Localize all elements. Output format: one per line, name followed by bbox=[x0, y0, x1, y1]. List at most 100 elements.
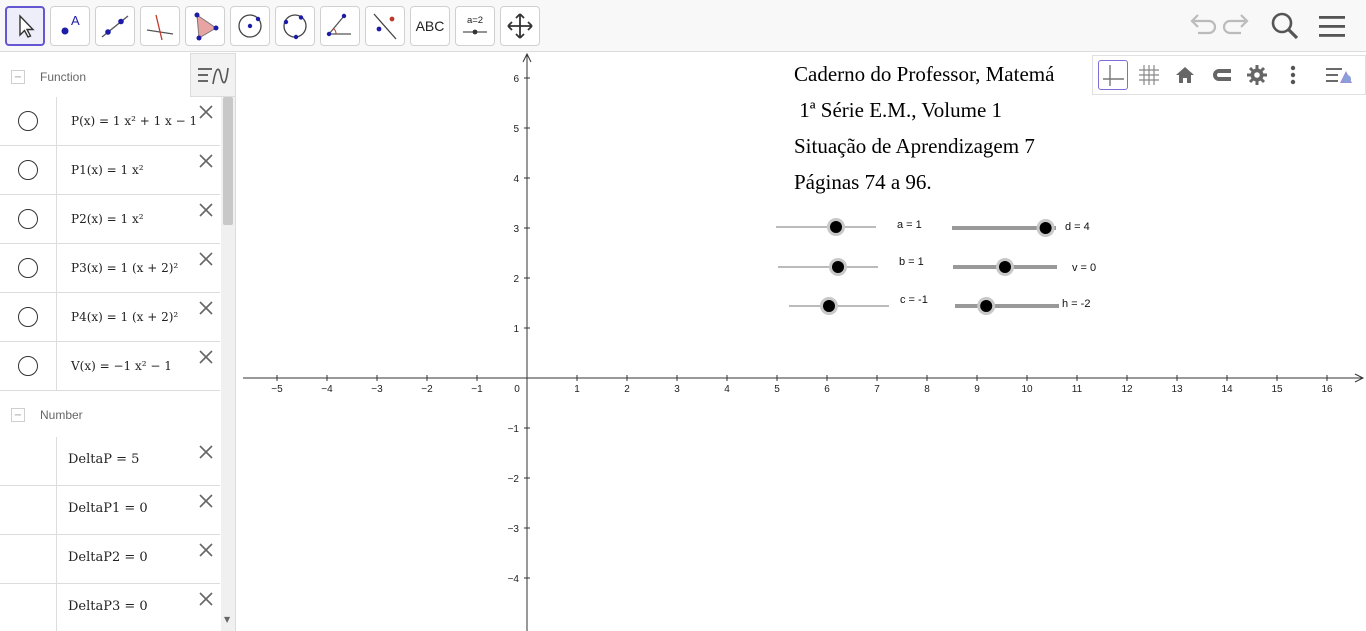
more-options-button[interactable] bbox=[1278, 60, 1308, 90]
function-expression[interactable]: P4(x) = 1 (x + 2)² bbox=[71, 310, 178, 324]
visibility-toggle[interactable] bbox=[18, 307, 38, 327]
function-expression[interactable]: P2(x) = 1 x² bbox=[71, 212, 144, 226]
perpendicular-tool-button[interactable] bbox=[140, 6, 180, 46]
algebra-item-P3[interactable]: P3(x) = 1 (x + 2)² bbox=[0, 244, 220, 293]
search-button[interactable] bbox=[1269, 10, 1301, 42]
algebra-item-V[interactable]: V(x) = −1 x² − 1 bbox=[0, 342, 220, 391]
delete-icon[interactable] bbox=[197, 103, 215, 121]
slider-handle[interactable] bbox=[980, 300, 993, 312]
function-expression[interactable]: P1(x) = 1 x² bbox=[71, 163, 144, 177]
graphics-canvas[interactable]: −5 −4 −3 −2 −1 0 1 2 3 4 5 6 7 8 9 10 11 12 13 14 15 16 65432… bbox=[237, 53, 1366, 631]
y-tick-label: 6 bbox=[513, 74, 519, 85]
y-tick-label: 2 bbox=[513, 274, 519, 285]
x-tick-label: 14 bbox=[1221, 384, 1233, 395]
circle-three-points-tool-button[interactable] bbox=[275, 6, 315, 46]
polygon-icon bbox=[194, 12, 219, 41]
algebra-style-bar-button[interactable] bbox=[190, 53, 236, 97]
menu-button[interactable] bbox=[1316, 10, 1348, 42]
collapse-icon[interactable]: − bbox=[11, 408, 25, 422]
graphics-view[interactable]: −5 −4 −3 −2 −1 0 1 2 3 4 5 6 7 8 9 10 11 12 13 14 15 16 65432… bbox=[237, 53, 1366, 631]
delete-icon[interactable] bbox=[197, 152, 215, 170]
slider-c[interactable]: c = -1 bbox=[789, 294, 928, 315]
slider-handle[interactable] bbox=[823, 300, 835, 312]
undo-button[interactable] bbox=[1185, 10, 1217, 42]
visibility-toggle[interactable] bbox=[18, 258, 38, 278]
visibility-toggle[interactable] bbox=[18, 209, 38, 229]
redo-icon bbox=[1222, 14, 1249, 35]
angle-tool-button[interactable] bbox=[320, 6, 360, 46]
algebra-item-DeltaP2[interactable]: DeltaP2 = 0 bbox=[0, 535, 220, 584]
title-line-1[interactable]: Caderno do Professor, Matemá bbox=[794, 62, 1055, 86]
algebra-item-P[interactable]: P(x) = 1 x² + 1 x − 1 bbox=[0, 97, 220, 146]
delete-icon[interactable] bbox=[197, 492, 215, 510]
x-tick-label: −5 bbox=[271, 384, 283, 395]
algebra-item-DeltaP1[interactable]: DeltaP1 = 0 bbox=[0, 486, 220, 535]
delete-icon[interactable] bbox=[197, 250, 215, 268]
collapse-icon[interactable]: − bbox=[11, 70, 25, 84]
visibility-toggle[interactable] bbox=[18, 356, 38, 376]
toggle-style-bar-button[interactable] bbox=[1324, 60, 1354, 90]
visibility-toggle[interactable] bbox=[18, 111, 38, 131]
visibility-toggle[interactable] bbox=[18, 160, 38, 180]
algebra-item-DeltaP3[interactable]: DeltaP3 = 0 bbox=[0, 584, 220, 631]
slider-a[interactable]: a = 1 bbox=[776, 218, 922, 236]
graphics-settings-button[interactable] bbox=[1242, 60, 1272, 90]
number-expression[interactable]: DeltaP = 5 bbox=[68, 452, 139, 467]
title-line-2[interactable]: 1ª Série E.M., Volume 1 bbox=[794, 98, 1002, 122]
slider-h[interactable]: h = -2 bbox=[955, 297, 1090, 315]
polygon-tool-button[interactable] bbox=[185, 6, 225, 46]
reflect-tool-button[interactable] bbox=[365, 6, 405, 46]
number-expression[interactable]: DeltaP3 = 0 bbox=[68, 599, 148, 614]
slider-v[interactable]: v = 0 bbox=[953, 258, 1096, 276]
algebra-item-P2[interactable]: P2(x) = 1 x² bbox=[0, 195, 220, 244]
slider-d[interactable]: d = 4 bbox=[952, 219, 1090, 237]
function-group-header[interactable]: − Function bbox=[0, 54, 220, 100]
circle-center-tool-button[interactable] bbox=[230, 6, 270, 46]
toggle-axes-button[interactable] bbox=[1098, 60, 1128, 90]
slider-label: b = 1 bbox=[899, 256, 924, 268]
delete-icon[interactable] bbox=[197, 590, 215, 608]
function-expression[interactable]: P(x) = 1 x² + 1 x − 1 bbox=[71, 114, 197, 128]
toggle-grid-button[interactable] bbox=[1134, 60, 1164, 90]
move-graphics-tool-button[interactable] bbox=[500, 6, 540, 46]
scrollbar-thumb[interactable] bbox=[223, 97, 233, 225]
slider-handle[interactable] bbox=[832, 261, 844, 273]
slider-handle[interactable] bbox=[999, 261, 1011, 273]
line-tool-button[interactable] bbox=[95, 6, 135, 46]
number-expression[interactable]: DeltaP1 = 0 bbox=[68, 501, 148, 516]
delete-icon[interactable] bbox=[197, 541, 215, 559]
slider-handle[interactable] bbox=[830, 221, 842, 233]
perpendicular-line-icon bbox=[146, 14, 174, 41]
point-tool-button[interactable]: A bbox=[50, 6, 90, 46]
function-expression[interactable]: P3(x) = 1 (x + 2)² bbox=[71, 261, 178, 275]
point-capturing-button[interactable] bbox=[1206, 60, 1236, 90]
delete-icon[interactable] bbox=[197, 299, 215, 317]
function-expression[interactable]: V(x) = −1 x² − 1 bbox=[71, 359, 172, 373]
algebra-item-DeltaP[interactable]: DeltaP = 5 bbox=[0, 437, 220, 486]
delete-icon[interactable] bbox=[197, 201, 215, 219]
x-tick-label: 5 bbox=[774, 384, 780, 395]
title-line-3[interactable]: Situação de Aprendizagem 7 bbox=[794, 134, 1035, 158]
algebra-item-P1[interactable]: P1(x) = 1 x² bbox=[0, 146, 220, 195]
slider-handle[interactable] bbox=[1039, 222, 1052, 234]
delete-icon[interactable] bbox=[197, 443, 215, 461]
delete-icon[interactable] bbox=[197, 348, 215, 366]
x-tick-label: 3 bbox=[674, 384, 680, 395]
number-expression[interactable]: DeltaP2 = 0 bbox=[68, 550, 148, 565]
number-group-header[interactable]: − Number bbox=[0, 392, 220, 438]
title-line-4[interactable]: Páginas 74 a 96. bbox=[794, 170, 932, 194]
algebra-scrollbar[interactable]: ▼ bbox=[221, 53, 235, 631]
slider-b[interactable]: b = 1 bbox=[778, 256, 924, 276]
sliders: a = 1 b = 1 c = -1 d = 4 v = 0 h = -2 bbox=[776, 218, 1096, 315]
main-toolbar: A ABC a=2 bbox=[0, 0, 1366, 52]
menu-icon bbox=[1319, 16, 1345, 37]
move-tool-button[interactable] bbox=[5, 6, 45, 46]
algebra-item-P4[interactable]: P4(x) = 1 (x + 2)² bbox=[0, 293, 220, 342]
text-tool-button[interactable]: ABC bbox=[410, 6, 450, 46]
x-tick-label: 6 bbox=[824, 384, 830, 395]
scroll-down-icon[interactable]: ▼ bbox=[224, 615, 230, 624]
slider-label: h = -2 bbox=[1062, 298, 1090, 310]
slider-tool-button[interactable]: a=2 bbox=[455, 6, 495, 46]
standard-view-button[interactable] bbox=[1170, 60, 1200, 90]
redo-button[interactable] bbox=[1222, 10, 1254, 42]
